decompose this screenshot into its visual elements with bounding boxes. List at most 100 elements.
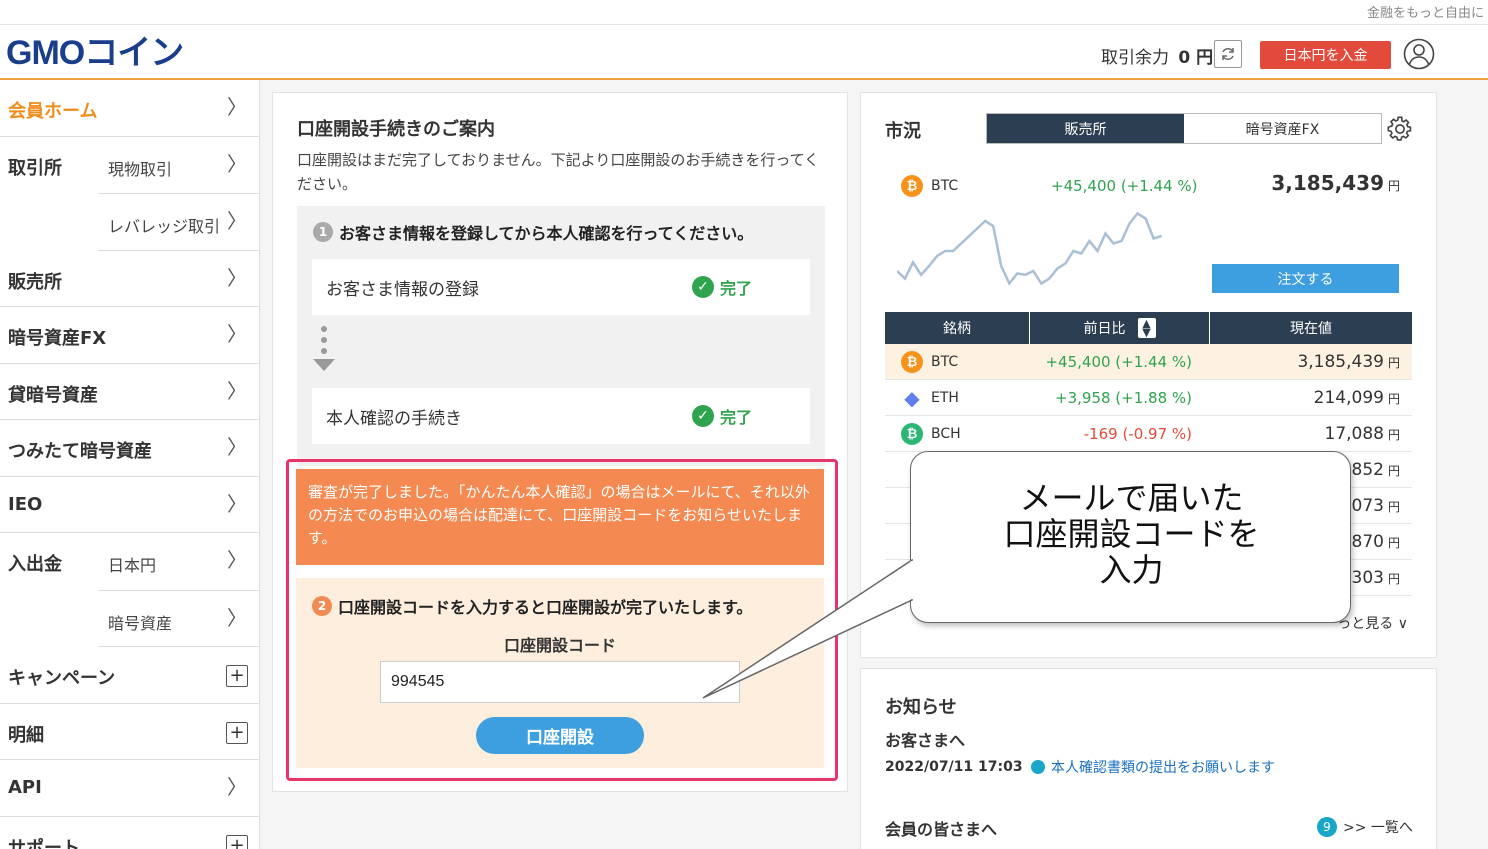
bullet-icon [1031, 760, 1045, 774]
guide-description: 口座開設はまだ完了しておりません。下記より口座開設のお手続きを行ってください。 [297, 151, 820, 193]
bitcoin-cash-icon: ₿ [901, 422, 923, 445]
flow-arrow-icon [313, 326, 335, 376]
sidebar-item-lending[interactable]: 貸暗号資産〉 [0, 364, 259, 420]
sidebar-item-support[interactable]: サポート + [0, 817, 259, 849]
refresh-icon [1222, 48, 1234, 60]
row-price: 3,185,439 円 [1297, 351, 1400, 372]
sidebar-item-exchange[interactable]: 取引所 現物取引〉 [0, 137, 259, 194]
col-price: 現在値 [1290, 321, 1332, 337]
instruction-callout: メールで届いた 口座開設コードを 入力 [910, 451, 1351, 623]
hero-price: 3,185,439 円 [1271, 171, 1400, 195]
sidebar-item-api[interactable]: API 〉 [0, 760, 259, 817]
tagline: 金融をもっと自由に [1366, 6, 1484, 21]
user-icon[interactable] [1403, 38, 1435, 70]
market-title: 市況 [885, 121, 921, 142]
plus-icon: + [226, 834, 248, 849]
status-badge: ✓ 完了 [692, 404, 752, 428]
sidebar-item-campaign[interactable]: キャンペーン + [0, 647, 259, 704]
step-identity: 本人確認の手続き ✓ 完了 [312, 388, 810, 444]
check-icon: ✓ [692, 405, 714, 427]
hero-symbol: ₿ BTC [901, 175, 958, 197]
chevron-right-icon: 〉 [227, 209, 247, 233]
sidebar-item-home[interactable]: 会員ホーム〉 [0, 80, 259, 137]
open-account-button[interactable]: 口座開設 [476, 717, 644, 754]
sidebar-item-leverage[interactable]: レバレッジ取引〉 [98, 194, 259, 251]
table-row[interactable]: ◆ ETH +3,958 (+1.88 %) 214,099 円 [885, 380, 1412, 416]
btc-sparkline [897, 211, 1162, 286]
row-symbol: ₿ BCH [885, 422, 1030, 445]
step1-panel: 1 お客さま情報を登録してから本人確認を行ってください。 お客さま情報の登録 ✓ 完… [297, 206, 825, 466]
balance-value: 0 円 [1178, 48, 1214, 68]
row-change: +3,958 (+1.88 %) [1055, 388, 1192, 407]
code-entry-panel: 2口座開設コードを入力すると口座開設が完了いたします。 口座開設コード 口座開設 [296, 578, 824, 768]
news-title: お知らせ [885, 697, 957, 718]
row-symbol: ₿ BTC [885, 350, 1030, 373]
top-strip: 金融をもっと自由に [0, 0, 1488, 25]
tab-crypto-fx[interactable]: 暗号資産FX [1184, 114, 1381, 143]
chevron-right-icon: 〉 [227, 775, 247, 799]
sidebar-item-spot[interactable]: 現物取引 [108, 156, 172, 180]
chevron-right-icon: 〉 [227, 605, 247, 630]
news-list-link[interactable]: 9 >> 一覧へ [1317, 817, 1413, 837]
chevron-right-icon: 〉 [227, 548, 247, 572]
order-button[interactable]: 注文する [1212, 264, 1399, 293]
gear-icon[interactable] [1386, 115, 1414, 143]
chevron-right-icon: 〉 [227, 491, 247, 516]
hero-change: +45,400 (+1.44 %) [1051, 177, 1198, 195]
sidebar-item-deposit[interactable]: 入出金 日本円〉 [0, 533, 259, 590]
news-link[interactable]: 本人確認書類の提出をお願いします [1031, 757, 1275, 777]
table-row[interactable]: ₿ BTC +45,400 (+1.44 %) 3,185,439 円 [885, 344, 1412, 380]
plus-icon: + [226, 665, 248, 687]
tab-sales[interactable]: 販売所 [987, 114, 1184, 143]
row-change: +45,400 (+1.44 %) [1045, 352, 1192, 371]
see-more-link[interactable]: っと見る ∨ [1337, 613, 1408, 633]
bitcoin-icon: ₿ [901, 350, 923, 373]
chevron-right-icon: 〉 [227, 378, 247, 403]
market-table-header: 銘柄 前日比 ▲ ▼ 現在値 [885, 312, 1412, 344]
news-section-customers: お客さまへ [885, 731, 966, 750]
guide-title: 口座開設手続きのご案内 [297, 119, 495, 140]
sidebar-item-tsumitate[interactable]: つみたて暗号資産〉 [0, 420, 259, 477]
news-date: 2022/07/11 17:03 [885, 759, 1023, 775]
chevron-right-icon: 〉 [227, 95, 247, 119]
step1-heading: 1 お客さま情報を登録してから本人確認を行ってください。 [313, 220, 753, 244]
balance-label: 取引余力 [1101, 48, 1169, 68]
row-price: 17,088 円 [1324, 423, 1401, 444]
step-customer-info: お客さま情報の登録 ✓ 完了 [312, 259, 810, 315]
header: GMOコイン 取引余力 0 円 日本円を入金 [0, 25, 1488, 80]
sidebar-item-statement[interactable]: 明細 + [0, 704, 259, 760]
callout-text: メールで届いた 口座開設コードを 入力 [1003, 479, 1260, 589]
code-label: 口座開設コード [503, 636, 616, 655]
status-badge: ✓ 完了 [692, 275, 752, 299]
count-badge: 9 [1317, 817, 1337, 837]
news-panel: お知らせ お客さまへ 2022/07/11 17:03 本人確認書類の提出をお願… [860, 668, 1437, 849]
table-row[interactable]: ₿ BCH -169 (-0.97 %) 17,088 円 [885, 416, 1412, 452]
sidebar: 会員ホーム〉 取引所 現物取引〉 レバレッジ取引〉 販売所〉 暗号資産FX 〉 貸暗… [0, 80, 260, 849]
check-icon: ✓ [692, 276, 714, 298]
market-tabs: 販売所 暗号資産FX [986, 113, 1382, 144]
refresh-button[interactable] [1214, 40, 1242, 68]
row-symbol: ◆ ETH [885, 385, 1030, 410]
balance: 取引余力 0 円 [1101, 43, 1213, 68]
step-number: 1 [313, 222, 333, 242]
step-number: 2 [312, 596, 332, 616]
chevron-right-icon: 〉 [227, 435, 247, 459]
deposit-jpy-button[interactable]: 日本円を入金 [1260, 41, 1391, 69]
logo[interactable]: GMOコイン [6, 35, 184, 71]
sort-icon[interactable]: ▲ ▼ [1137, 318, 1156, 338]
chevron-right-icon: 〉 [227, 151, 247, 176]
sidebar-item-crypto-fx[interactable]: 暗号資産FX 〉 [0, 307, 259, 364]
step2-heading: 2 口座開設コードを入力すると口座開設が完了いたします。 [312, 594, 752, 618]
col-change[interactable]: 前日比 ▲ ▼ [1030, 312, 1210, 344]
review-notice: 審査が完了しました。「かんたん本人確認」の場合はメールにて、それ以外の方法でのお… [296, 469, 824, 565]
chevron-right-icon: 〉 [227, 322, 247, 346]
sidebar-item-ieo[interactable]: IEO 〉 [0, 477, 259, 533]
news-section-members: 会員の皆さまへ [885, 820, 998, 839]
account-code-input[interactable] [380, 661, 740, 703]
row-change: -169 (-0.97 %) [1083, 424, 1192, 443]
sidebar-item-jpy[interactable]: 日本円 [108, 552, 156, 576]
ethereum-icon: ◆ [904, 385, 920, 410]
col-symbol: 銘柄 [885, 312, 1030, 344]
sidebar-item-sales[interactable]: 販売所〉 [0, 251, 259, 307]
sidebar-item-crypto[interactable]: 暗号資産〉 [98, 591, 259, 647]
